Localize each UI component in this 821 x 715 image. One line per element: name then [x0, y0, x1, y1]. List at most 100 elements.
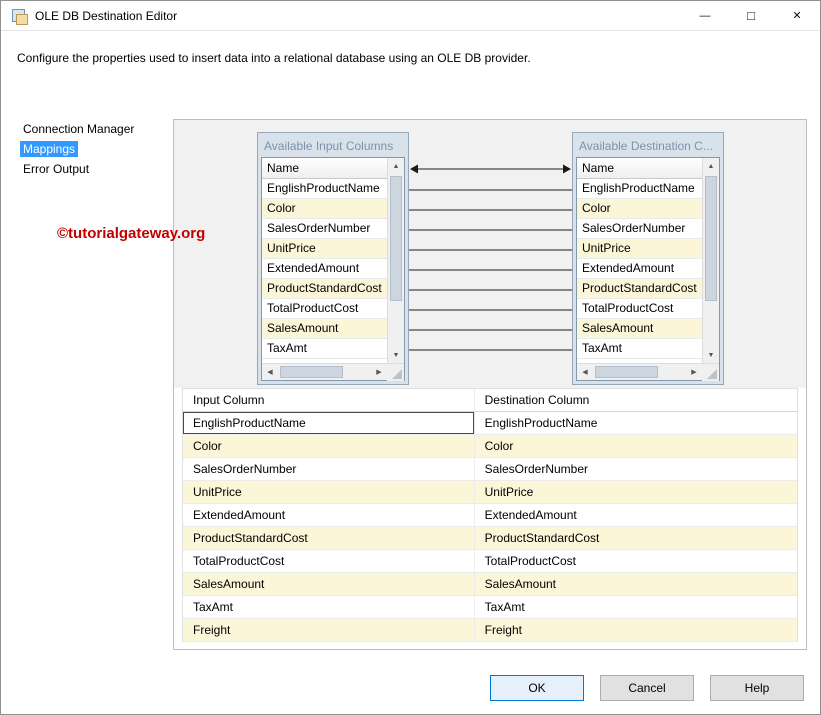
- input-column-item[interactable]: TotalProductCost: [262, 299, 387, 319]
- input-cell[interactable]: SalesOrderNumber: [183, 458, 475, 480]
- destination-cell[interactable]: Freight: [475, 619, 797, 641]
- input-column-item[interactable]: EnglishProductName: [262, 179, 387, 199]
- sidebar-item-connection-manager[interactable]: Connection Manager: [17, 120, 167, 138]
- destination-cell[interactable]: TotalProductCost: [475, 550, 797, 572]
- input-cell[interactable]: Freight: [183, 619, 475, 641]
- input-column-item[interactable]: Color: [262, 199, 387, 219]
- cancel-button[interactable]: Cancel: [600, 675, 694, 701]
- input-cell[interactable]: TaxAmt: [183, 596, 475, 618]
- destination-column-item[interactable]: UnitPrice: [577, 239, 702, 259]
- horizontal-scrollbar[interactable]: ◀ ▶: [262, 364, 387, 380]
- input-cell[interactable]: UnitPrice: [183, 481, 475, 503]
- scroll-down-icon: ▼: [708, 352, 715, 359]
- window-controls: — □ ✕: [682, 1, 820, 30]
- scrollbar-track[interactable]: [703, 174, 719, 347]
- scrollbar-thumb[interactable]: [595, 366, 658, 378]
- ole-db-destination-editor-window: OLE DB Destination Editor — □ ✕ Configur…: [0, 0, 821, 715]
- scroll-right-button[interactable]: ▶: [686, 364, 702, 380]
- maximize-button[interactable]: □: [728, 1, 774, 30]
- ok-button[interactable]: OK: [490, 675, 584, 701]
- sidebar-item-label: Error Output: [20, 161, 92, 177]
- mapping-canvas: Available Input Columns Name EnglishProd…: [174, 120, 806, 388]
- destination-cell[interactable]: ExtendedAmount: [475, 504, 797, 526]
- input-column-item[interactable]: ExtendedAmount: [262, 259, 387, 279]
- scroll-right-icon: ▶: [376, 368, 381, 376]
- mapping-lines: [409, 132, 572, 385]
- minimize-button[interactable]: —: [682, 1, 728, 30]
- minimize-icon: —: [700, 10, 711, 22]
- destination-cell[interactable]: ProductStandardCost: [475, 527, 797, 549]
- destination-name-column-header[interactable]: Name: [577, 158, 702, 179]
- destination-cell[interactable]: SalesAmount: [475, 573, 797, 595]
- scroll-down-button[interactable]: ▼: [388, 347, 404, 363]
- mapping-row: TotalProductCost TotalProductCost: [183, 550, 797, 573]
- scroll-right-button[interactable]: ▶: [371, 364, 387, 380]
- scroll-down-icon: ▼: [393, 352, 400, 359]
- mapping-row: UnitPrice UnitPrice: [183, 481, 797, 504]
- scroll-left-button[interactable]: ◀: [262, 364, 278, 380]
- vertical-scrollbar[interactable]: ▲ ▼: [387, 158, 404, 363]
- destination-column-header: Destination Column: [475, 389, 797, 411]
- scrollbar-thumb[interactable]: [705, 176, 717, 301]
- destination-cell[interactable]: Color: [475, 435, 797, 457]
- mappings-table: Input Column Destination Column EnglishP…: [182, 388, 798, 642]
- sidebar-item-error-output[interactable]: Error Output: [17, 160, 167, 178]
- scroll-up-button[interactable]: ▲: [703, 158, 719, 174]
- input-column-item[interactable]: TaxAmt: [262, 339, 387, 359]
- destination-list-box: Name EnglishProductName Color SalesOrder…: [576, 157, 720, 381]
- destination-cell[interactable]: TaxAmt: [475, 596, 797, 618]
- resize-grip-icon: [387, 364, 404, 381]
- destination-cell[interactable]: SalesOrderNumber: [475, 458, 797, 480]
- scroll-left-icon: ◀: [582, 368, 587, 376]
- pages-sidebar: Connection Manager Mappings Error Output: [17, 120, 167, 650]
- destination-column-item[interactable]: ProductStandardCost: [577, 279, 702, 299]
- mapping-row: Color Color: [183, 435, 797, 458]
- scroll-down-button[interactable]: ▼: [703, 347, 719, 363]
- destination-column-item[interactable]: SalesAmount: [577, 319, 702, 339]
- input-list-box: Name EnglishProductName Color SalesOrder…: [261, 157, 405, 381]
- destination-cell[interactable]: UnitPrice: [475, 481, 797, 503]
- destination-column-item[interactable]: EnglishProductName: [577, 179, 702, 199]
- input-column-item[interactable]: SalesAmount: [262, 319, 387, 339]
- mapping-row: ExtendedAmount ExtendedAmount: [183, 504, 797, 527]
- input-name-column-header[interactable]: Name: [262, 158, 387, 179]
- destination-cell[interactable]: EnglishProductName: [475, 412, 797, 434]
- mapping-row: SalesOrderNumber SalesOrderNumber: [183, 458, 797, 481]
- destination-column-item[interactable]: TaxAmt: [577, 339, 702, 359]
- scroll-up-icon: ▲: [708, 163, 715, 170]
- maximize-icon: □: [747, 8, 755, 23]
- destination-column-item[interactable]: Color: [577, 199, 702, 219]
- mapping-arrow-right-icon: [563, 165, 571, 174]
- vertical-scrollbar[interactable]: ▲ ▼: [702, 158, 719, 363]
- input-cell[interactable]: TotalProductCost: [183, 550, 475, 572]
- sidebar-item-label: Mappings: [20, 141, 78, 157]
- mapping-row: EnglishProductName EnglishProductName: [183, 412, 797, 435]
- input-cell[interactable]: ProductStandardCost: [183, 527, 475, 549]
- scrollbar-track[interactable]: [278, 364, 371, 380]
- close-button[interactable]: ✕: [774, 1, 820, 30]
- input-cell[interactable]: SalesAmount: [183, 573, 475, 595]
- sidebar-item-mappings[interactable]: Mappings: [17, 140, 167, 158]
- resize-grip-icon: [702, 364, 719, 381]
- scrollbar-track[interactable]: [593, 364, 686, 380]
- scroll-left-button[interactable]: ◀: [577, 364, 593, 380]
- input-column-item[interactable]: ProductStandardCost: [262, 279, 387, 299]
- input-column-item[interactable]: UnitPrice: [262, 239, 387, 259]
- help-button[interactable]: Help: [710, 675, 804, 701]
- destination-column-item[interactable]: SalesOrderNumber: [577, 219, 702, 239]
- scrollbar-thumb[interactable]: [390, 176, 402, 301]
- input-column-item[interactable]: SalesOrderNumber: [262, 219, 387, 239]
- destination-column-item[interactable]: ExtendedAmount: [577, 259, 702, 279]
- input-cell[interactable]: ExtendedAmount: [183, 504, 475, 526]
- table-header-row: Input Column Destination Column: [183, 389, 797, 412]
- dialog-description: Configure the properties used to insert …: [17, 51, 777, 65]
- input-cell[interactable]: Color: [183, 435, 475, 457]
- scrollbar-track[interactable]: [388, 174, 404, 347]
- destination-list-rows: EnglishProductName Color SalesOrderNumbe…: [577, 179, 702, 363]
- horizontal-scrollbar[interactable]: ◀ ▶: [577, 364, 702, 380]
- scroll-up-button[interactable]: ▲: [388, 158, 404, 174]
- app-icon: [11, 8, 27, 24]
- destination-column-item[interactable]: TotalProductCost: [577, 299, 702, 319]
- scrollbar-thumb[interactable]: [280, 366, 343, 378]
- input-cell[interactable]: EnglishProductName: [183, 412, 475, 434]
